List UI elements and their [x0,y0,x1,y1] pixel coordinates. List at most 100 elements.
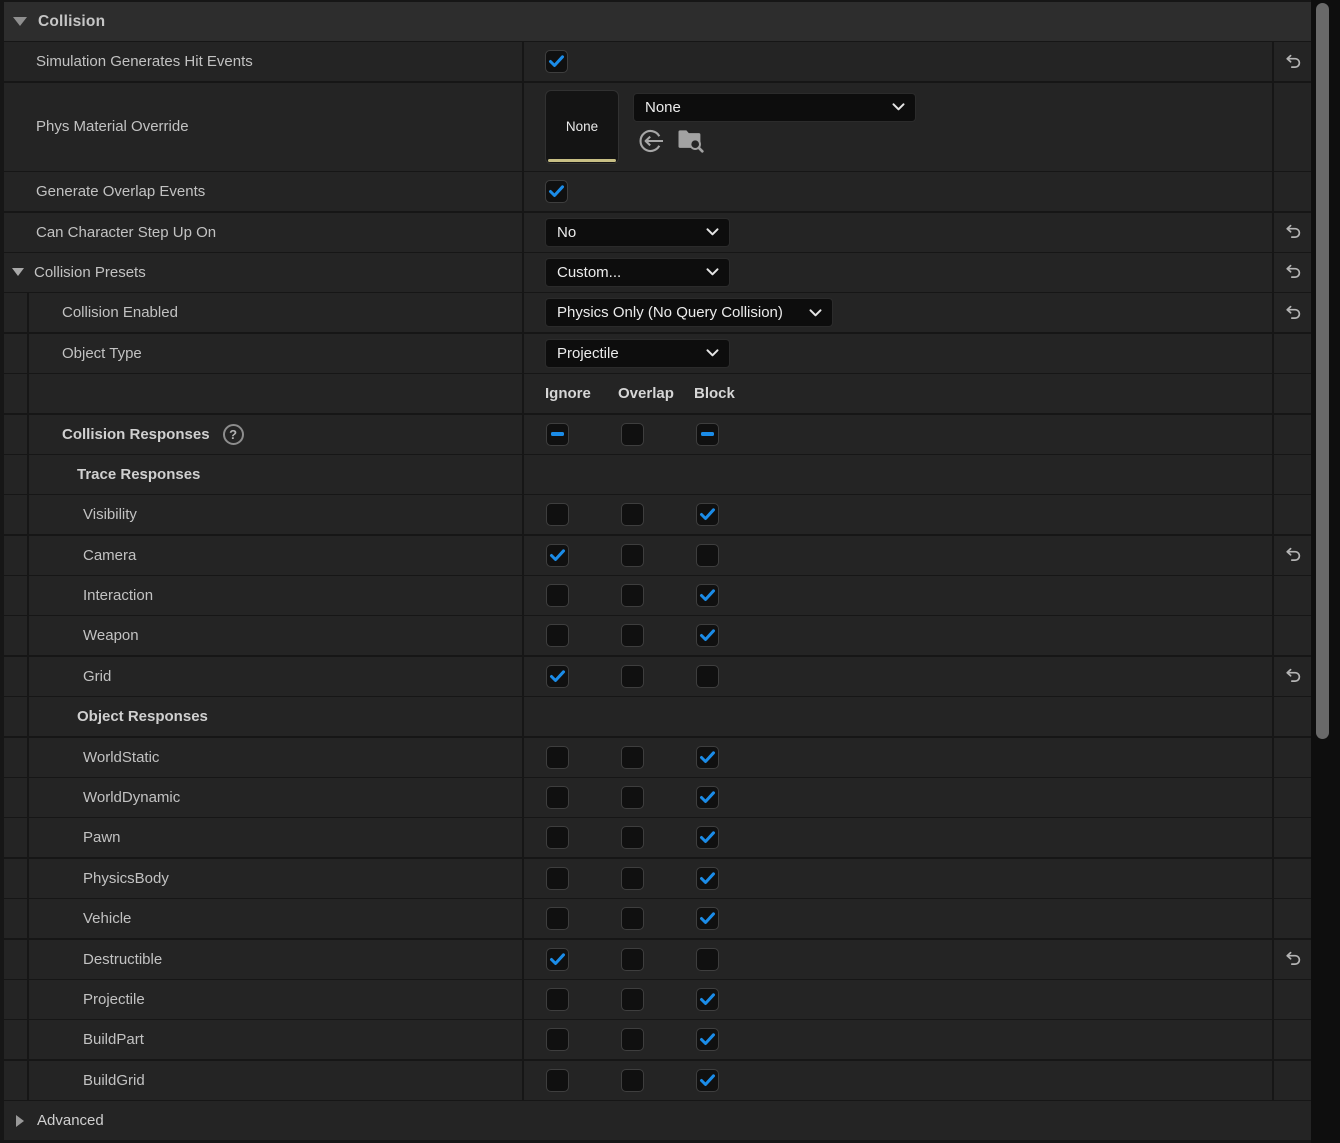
help-icon[interactable]: ? [223,424,244,445]
simulation-generates-hit-events-checkbox[interactable] [545,50,568,73]
label-cell: Collision Presets [4,253,524,292]
row-label: WorldDynamic [83,789,180,806]
scrollbar-thumb[interactable] [1316,3,1329,739]
row-collision-presets: Collision Presets Custom... [4,253,1311,292]
ignore-checkbox[interactable] [546,624,569,647]
block-checkbox[interactable] [696,746,719,769]
object-type-dropdown[interactable]: Projectile [545,339,730,368]
overlap-checkbox[interactable] [621,826,644,849]
value-cell: No [524,213,1274,252]
overlap-checkbox[interactable] [621,948,644,971]
reset-cell [1274,536,1311,575]
value-cell [524,859,1274,898]
collision-enabled-dropdown[interactable]: Physics Only (No Query Collision) [545,298,833,327]
ignore-checkbox[interactable] [546,503,569,526]
reset-to-default-button[interactable] [1283,224,1303,240]
collision-section-header[interactable]: Collision [4,2,1311,41]
reset-cell [1274,253,1311,292]
overlap-checkbox[interactable] [621,988,644,1011]
row-interaction: Interaction [4,576,1311,615]
ignore-checkbox[interactable] [546,786,569,809]
ignore-checkbox[interactable] [546,867,569,890]
reset-to-default-button[interactable] [1283,951,1303,967]
advanced-section-header[interactable]: Advanced [4,1101,1311,1140]
label-cell: Projectile [29,980,524,1019]
collision-presets-dropdown[interactable]: Custom... [545,258,730,287]
asset-toolbar [637,128,705,154]
property-rows: Simulation Generates Hit EventsPhys Mate… [0,42,1340,1099]
ignore-checkbox[interactable] [546,1069,569,1092]
row-label: Collision Responses [62,426,210,443]
block-checkbox[interactable] [696,624,719,647]
indent-gutter [4,697,29,736]
ignore-checkbox[interactable] [546,665,569,688]
scrollbar-track[interactable] [1311,0,1340,1143]
generate-overlap-events-checkbox[interactable] [545,180,568,203]
ignore-checkbox[interactable] [546,584,569,607]
column-header-block: Block [694,374,735,413]
overlap-checkbox[interactable] [621,1069,644,1092]
reset-to-default-button[interactable] [1283,547,1303,563]
overlap-checkbox[interactable] [621,867,644,890]
ignore-checkbox[interactable] [546,948,569,971]
reset-to-default-button[interactable] [1283,305,1303,321]
block-checkbox[interactable] [696,1069,719,1092]
label-cell [29,374,524,413]
block-checkbox[interactable] [696,1028,719,1051]
collapse-arrow-icon[interactable] [13,17,27,26]
label-cell: WorldStatic [29,738,524,777]
overlap-checkbox[interactable] [621,544,644,567]
reset-to-default-button[interactable] [1283,668,1303,684]
can-character-step-up-on-dropdown[interactable]: No [545,218,730,247]
use-selected-asset-icon[interactable] [637,128,664,154]
indent-gutter [4,1061,29,1100]
asset-thumbnail[interactable]: None [545,90,619,164]
overlap-checkbox[interactable] [621,423,644,446]
block-checkbox[interactable] [696,544,719,567]
reset-to-default-button[interactable] [1283,264,1303,280]
ignore-checkbox[interactable] [546,988,569,1011]
overlap-checkbox[interactable] [621,786,644,809]
block-checkbox[interactable] [696,423,719,446]
reset-cell [1274,415,1311,454]
label-cell: Pawn [29,818,524,857]
block-checkbox[interactable] [696,867,719,890]
reset-to-default-button[interactable] [1283,54,1303,70]
overlap-checkbox[interactable] [621,746,644,769]
ignore-checkbox[interactable] [546,826,569,849]
row-label: Object Responses [77,708,208,725]
block-checkbox[interactable] [696,907,719,930]
value-cell [524,818,1274,857]
row-label: Weapon [83,627,139,644]
overlap-checkbox[interactable] [621,1028,644,1051]
block-checkbox[interactable] [696,665,719,688]
expand-arrow-icon[interactable] [16,1115,24,1127]
indent-gutter [4,940,29,979]
block-checkbox[interactable] [696,503,719,526]
reset-cell [1274,1020,1311,1059]
ignore-checkbox[interactable] [546,746,569,769]
overlap-checkbox[interactable] [621,624,644,647]
ignore-checkbox[interactable] [546,907,569,930]
label-cell: Simulation Generates Hit Events [4,42,524,81]
row-phys-material-override: Phys Material OverrideNoneNone [4,83,1311,171]
ignore-checkbox[interactable] [546,423,569,446]
overlap-checkbox[interactable] [621,503,644,526]
browse-to-asset-icon[interactable] [677,128,705,153]
row-buildpart: BuildPart [4,1020,1311,1059]
overlap-checkbox[interactable] [621,665,644,688]
phys-material-dropdown[interactable]: None [633,93,916,122]
block-checkbox[interactable] [696,826,719,849]
label-cell: BuildGrid [29,1061,524,1100]
indent-gutter [4,415,29,454]
overlap-checkbox[interactable] [621,907,644,930]
block-checkbox[interactable] [696,948,719,971]
ignore-checkbox[interactable] [546,544,569,567]
block-checkbox[interactable] [696,786,719,809]
expander-arrow-icon[interactable] [12,268,24,276]
ignore-checkbox[interactable] [546,1028,569,1051]
overlap-checkbox[interactable] [621,584,644,607]
row-columns: IgnoreOverlapBlock [4,374,1311,413]
block-checkbox[interactable] [696,584,719,607]
block-checkbox[interactable] [696,988,719,1011]
